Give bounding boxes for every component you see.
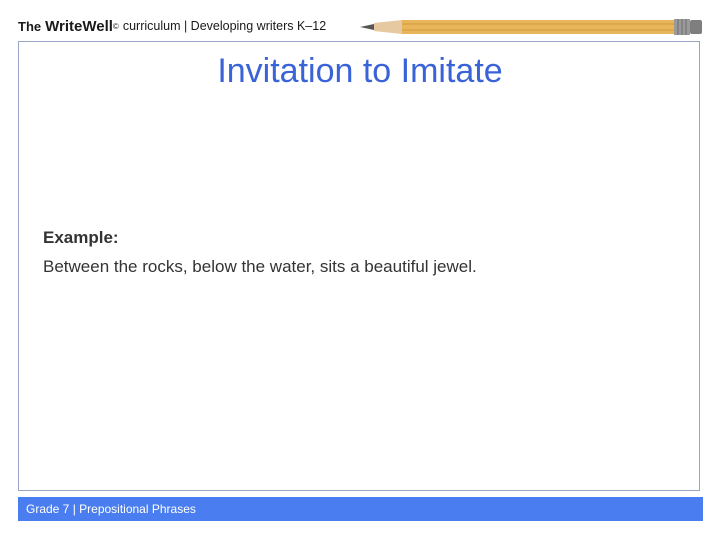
slide-title: Invitation to Imitate [217, 52, 503, 90]
pencil-icon [360, 19, 702, 35]
example-label: Example: [43, 228, 119, 247]
footer-bar: Grade 7 | Prepositional Phrases [18, 497, 703, 521]
footer-text: Grade 7 | Prepositional Phrases [26, 502, 196, 516]
example-sentence: Between the rocks, below the water, sits… [43, 257, 477, 276]
brand-name: WriteWell [45, 17, 113, 35]
header-tagline: curriculum | Developing writers K–12 [122, 19, 327, 33]
slide-page: The WriteWell © curriculum | Developing … [0, 0, 720, 540]
header-branding: The WriteWell © curriculum | Developing … [18, 14, 326, 38]
brand-mark: © [112, 21, 119, 31]
brand-the: The [18, 18, 42, 34]
